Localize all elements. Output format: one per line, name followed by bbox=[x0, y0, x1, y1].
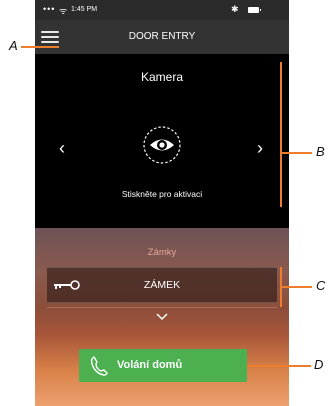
callout-c-line bbox=[280, 286, 312, 288]
previous-camera-arrow-icon[interactable]: ‹ bbox=[59, 138, 65, 159]
phone-screen: ••• ᯤ 1:45 PM ✱ DOOR ENTRY Kamera ‹ › St… bbox=[35, 0, 289, 406]
wifi-icon: ᯤ bbox=[59, 6, 68, 16]
callout-b-bracket bbox=[280, 62, 282, 207]
chevron-down-icon[interactable] bbox=[155, 312, 169, 322]
camera-title: Kamera bbox=[140, 70, 184, 84]
status-time: 1:45 PM bbox=[71, 6, 98, 13]
camera-panel: Kamera ‹ › Stiskněte pro aktivaci bbox=[35, 54, 289, 228]
callout-b-line bbox=[280, 152, 312, 154]
call-home-label: Volání domů bbox=[117, 359, 183, 371]
divider bbox=[47, 307, 277, 308]
call-home-button[interactable]: Volání domů bbox=[79, 349, 247, 382]
callout-d-line bbox=[247, 365, 311, 367]
battery-icon bbox=[248, 7, 261, 13]
bluetooth-icon: ✱ bbox=[231, 4, 239, 14]
phone-handset-icon bbox=[90, 356, 108, 376]
activate-text[interactable]: Stiskněte pro aktivaci bbox=[35, 189, 289, 199]
callout-c-label: C bbox=[316, 278, 326, 293]
locks-panel: Zámky ZÁMEK Volání domů bbox=[35, 228, 289, 406]
lock-label: ZÁMEK bbox=[143, 279, 181, 291]
lock-item[interactable]: ZÁMEK bbox=[47, 267, 277, 303]
eye-activate-icon[interactable] bbox=[142, 125, 182, 165]
page-title: DOOR ENTRY bbox=[128, 31, 196, 42]
callout-a-line bbox=[21, 46, 59, 48]
status-bar: ••• ᯤ 1:45 PM ✱ bbox=[35, 0, 289, 20]
callout-d-label: D bbox=[314, 357, 324, 372]
signal-dots-icon: ••• bbox=[43, 4, 56, 14]
locks-title: Zámky bbox=[147, 247, 177, 258]
next-camera-arrow-icon[interactable]: › bbox=[257, 138, 263, 159]
callout-b-label: B bbox=[316, 144, 325, 159]
callout-a-label: A bbox=[9, 38, 18, 53]
app-header: DOOR ENTRY bbox=[35, 20, 289, 54]
